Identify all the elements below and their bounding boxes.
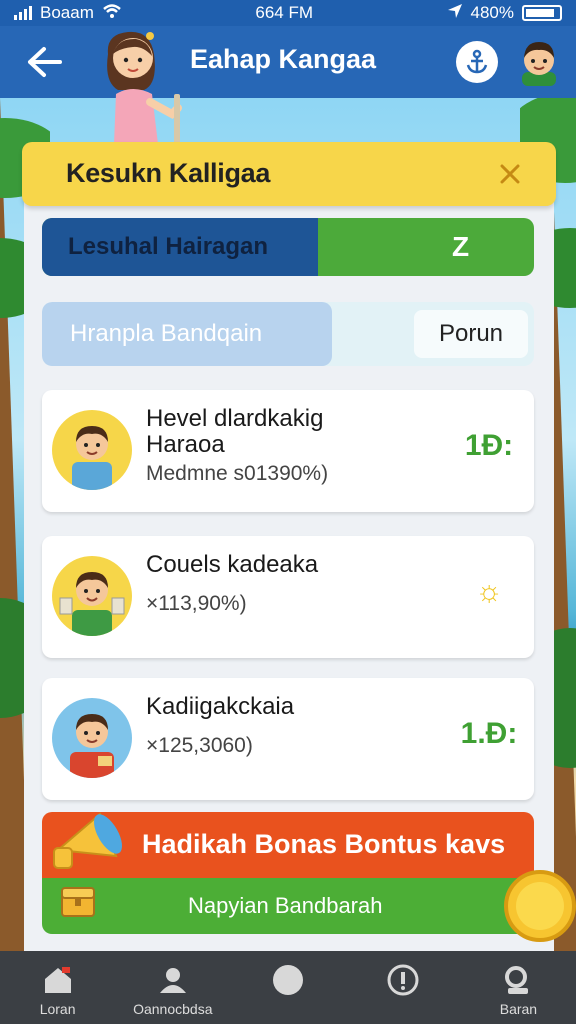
item-name: Kadiigakckaia	[146, 693, 295, 720]
secondary-progress-label: Hranpla Bandqain	[70, 320, 263, 347]
primary-progress-value: Z	[452, 231, 470, 262]
item-name: Couels kadeaka	[146, 551, 319, 578]
girl-character-illustration	[107, 31, 182, 144]
bonus-title: Hadikah Bonas Bontus kavs	[142, 829, 506, 859]
avatar	[52, 698, 132, 778]
nav-home[interactable]: Loran	[0, 951, 115, 1024]
close-button[interactable]	[492, 154, 528, 194]
app-header: Eahap Kangaa	[0, 26, 576, 98]
bonus-banner-bottom: Napyian Bandbarah	[42, 878, 534, 934]
item-name: Hevel dlardkakig Haraoa	[146, 405, 324, 458]
info-icon	[386, 963, 420, 997]
anchor-button[interactable]	[456, 41, 498, 83]
user-icon	[156, 963, 190, 997]
secondary-progress-bar: Hranpla Bandqain Porun	[42, 302, 534, 366]
anchor-icon	[466, 49, 488, 74]
megaphone-icon	[53, 812, 122, 869]
status-time: 664 FM	[255, 3, 314, 22]
battery-icon	[522, 5, 562, 21]
location-arrow-icon	[447, 3, 463, 24]
avatar	[52, 556, 132, 636]
gold-coin-icon	[504, 870, 576, 942]
list-item[interactable]: Kadiigakckaia ×125,3060) 1.Đ:	[42, 678, 534, 800]
wifi-icon	[102, 3, 122, 24]
list-item[interactable]: Couels kadeaka ×113,90%) ☼	[42, 536, 534, 658]
signal-icon	[14, 6, 32, 20]
home-icon	[41, 963, 75, 997]
boy-holding-cards-icon	[59, 572, 125, 636]
item-badge: 1.Đ:	[460, 717, 518, 750]
nav-explore[interactable]	[230, 951, 345, 1024]
panel-title: Kesukn Kalligaa	[66, 158, 271, 188]
item-badge: ☼	[475, 575, 503, 608]
primary-progress-bar[interactable]: Lesuhal Hairagan Z	[42, 218, 534, 276]
compass-icon	[271, 963, 305, 997]
bonus-subtitle: Napyian Bandbarah	[188, 893, 383, 918]
item-meta: Medmne s01390%)	[146, 462, 329, 485]
arrow-left-icon	[28, 47, 62, 77]
search-icon	[501, 963, 535, 997]
item-meta: ×113,90%)	[146, 592, 247, 615]
close-icon	[500, 164, 520, 184]
carrier-name: Boaam	[40, 3, 94, 22]
nav-label: Oannocbdsa	[133, 1001, 213, 1017]
bottom-navigation: Loran Oannocbdsa Baran	[0, 951, 576, 1024]
boy-avatar-icon	[522, 42, 556, 86]
primary-progress-label: Lesuhal Hairagan	[68, 233, 269, 260]
boy-blue-shirt-icon	[72, 426, 112, 490]
avatar	[52, 410, 132, 490]
page-title: Eahap Kangaa	[190, 44, 377, 74]
nav-search[interactable]: Baran	[461, 951, 576, 1024]
boy-red-shirt-icon	[70, 714, 114, 778]
status-left: Boaam	[14, 3, 122, 24]
treasure-chest-icon	[61, 887, 95, 917]
panel-header: Kesukn Kalligaa	[22, 142, 556, 206]
nav-label: Baran	[499, 1001, 538, 1017]
nav-label: Loran	[39, 1001, 76, 1017]
secondary-action-button[interactable]: Porun	[414, 310, 528, 358]
status-bar: Boaam 664 FM 480%	[0, 0, 576, 26]
battery-percent: 480%	[470, 3, 514, 22]
item-meta: ×125,3060)	[146, 734, 253, 757]
nav-profile[interactable]: Oannocbdsa	[115, 951, 230, 1024]
status-right: 480%	[447, 3, 562, 24]
nav-info[interactable]	[346, 951, 461, 1024]
list-item[interactable]: Hevel dlardkakig Haraoa Medmne s01390%) …	[42, 390, 534, 512]
back-button[interactable]	[20, 38, 68, 86]
item-badge: 1Đ:	[464, 429, 514, 462]
profile-avatar-button[interactable]	[516, 36, 562, 86]
